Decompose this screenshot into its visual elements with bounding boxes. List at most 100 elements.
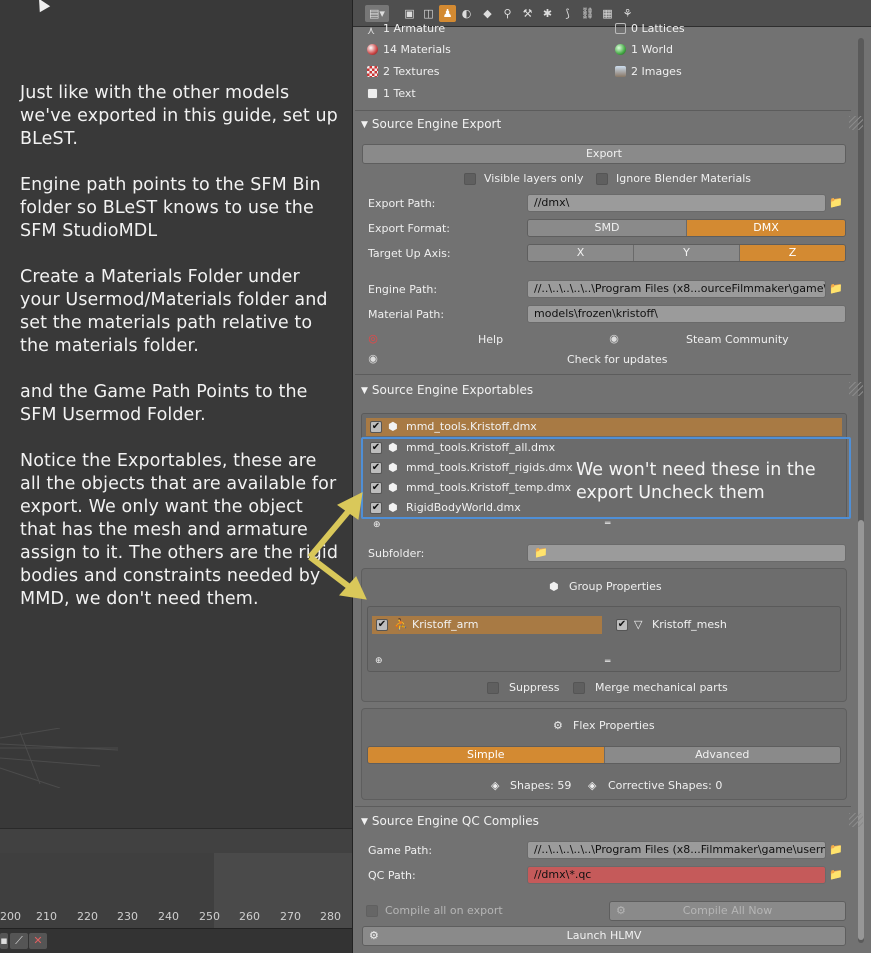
texture-icon[interactable]: ▦ — [599, 5, 616, 22]
frame-tick: 260 — [239, 910, 260, 923]
suppress-checkbox[interactable] — [487, 682, 499, 694]
keyframe-icon[interactable]: ⟋ — [10, 933, 28, 949]
check-updates-link[interactable]: Check for updates — [567, 353, 667, 367]
stat-label: 1 World — [631, 43, 674, 56]
item-checkbox[interactable]: ✔ — [376, 619, 388, 631]
drag-grip-icon[interactable] — [849, 382, 863, 396]
format-smd-button[interactable]: SMD — [528, 220, 687, 236]
merge-checkbox[interactable] — [573, 682, 585, 694]
visible-layers-checkbox[interactable] — [464, 173, 476, 185]
editor-type-icon[interactable]: ▤▾ — [365, 5, 389, 22]
drag-grip-icon[interactable] — [849, 813, 863, 827]
hlmv-gear-icon: ⚙ — [369, 929, 379, 942]
item-checkbox[interactable]: ✔ — [370, 421, 382, 433]
flex-properties-title: Flex Properties — [573, 719, 655, 732]
bone-constraint-icon[interactable]: ⛓ — [579, 5, 596, 22]
corrective-shapes-count: Corrective Shapes: 0 — [608, 779, 723, 792]
folder-browse-icon[interactable]: 📁 — [827, 866, 845, 884]
render-icon[interactable]: ▣ — [401, 5, 418, 22]
stat-label: 2 Images — [631, 65, 682, 78]
triangle-down-icon: ▼ — [361, 817, 368, 827]
export-path-field[interactable]: //dmx\ — [527, 194, 826, 212]
modifiers-icon[interactable]: ⚒ — [519, 5, 536, 22]
list-add-icon[interactable]: ⊕ — [375, 654, 383, 668]
axis-z-button[interactable]: Z — [740, 245, 845, 261]
folder-browse-icon[interactable]: 📁 — [827, 280, 845, 298]
compile-all-now-button[interactable]: ⚙ Compile All Now — [609, 901, 846, 921]
delete-keyframe-icon[interactable]: ✕ — [29, 933, 47, 949]
frame-tick: 230 — [117, 910, 138, 923]
guide-paragraph: Notice the Exportables, these are all th… — [20, 451, 339, 609]
launch-hlmv-button[interactable]: ⚙ Launch HLMV — [362, 926, 846, 946]
object-icon[interactable]: ◆ — [479, 5, 496, 22]
compile-all-checkbox[interactable] — [366, 905, 378, 917]
game-path-label: Game Path: — [368, 844, 433, 857]
material-path-field[interactable]: models\frozen\kristoff\ — [527, 305, 846, 323]
stat-images: 2 Images — [615, 65, 682, 79]
game-path-field[interactable]: //..\..\..\..\..\Program Files (x8...Fil… — [527, 841, 826, 859]
help-link[interactable]: Help — [478, 333, 503, 347]
mouse-cursor-icon — [33, 0, 51, 13]
frame-tick: 280 — [320, 910, 341, 923]
item-label: mmd_tools.Kristoff.dmx — [406, 420, 537, 433]
armature-data-icon[interactable]: ✱ — [539, 5, 556, 22]
record-icon[interactable]: ▪ — [0, 933, 8, 949]
target-axis-toggle: X Y Z — [527, 244, 846, 262]
mesh-icon: ▽ — [634, 618, 643, 631]
list-item[interactable]: ✔ ⬢ mmd_tools.Kristoff.dmx — [366, 418, 842, 436]
list-resize-handle[interactable]: ═ — [605, 655, 610, 669]
guide-paragraph: and the Game Path Points to the SFM User… — [20, 382, 308, 425]
axis-y-button[interactable]: Y — [634, 245, 740, 261]
merge-label: Merge mechanical parts — [595, 681, 728, 694]
scene-icon[interactable]: ♟ — [439, 5, 456, 22]
group-items-list: ✔ ⛹ Kristoff_arm ✔ ▽ Kristoff_mesh — [367, 606, 841, 672]
triangle-down-icon: ▼ — [361, 386, 368, 396]
guide-paragraph: Create a Materials Folder under your Use… — [20, 267, 328, 356]
world-icon[interactable]: ◐ — [458, 5, 475, 22]
section-title: Source Engine Exportables — [371, 383, 534, 397]
item-checkbox[interactable]: ✔ — [616, 619, 628, 631]
list-item[interactable]: ✔ ⛹ Kristoff_arm — [372, 616, 602, 634]
list-resize-handle[interactable]: ═ — [605, 517, 610, 531]
3d-viewport[interactable]: Just like with the other models we've ex… — [0, 0, 352, 828]
format-dmx-button[interactable]: DMX — [687, 220, 845, 236]
section-divider — [355, 110, 851, 111]
annotation-arrows-icon — [307, 492, 367, 600]
render-layers-icon[interactable]: ◫ — [420, 5, 437, 22]
material-path-label: Material Path: — [368, 308, 445, 321]
section-title: Source Engine Export — [371, 117, 502, 131]
axis-x-button[interactable]: X — [528, 245, 634, 261]
scrollbar-thumb[interactable] — [858, 520, 864, 940]
ignore-materials-checkbox[interactable] — [596, 173, 608, 185]
flex-simple-button[interactable]: Simple — [368, 747, 605, 763]
world-icon — [615, 44, 626, 55]
constraints-icon[interactable]: ⚲ — [499, 5, 516, 22]
stat-label: 1 Text — [383, 87, 416, 100]
physics-icon[interactable]: ⚘ — [619, 5, 636, 22]
annotation-text: We won't need these in the export Unchec… — [576, 460, 816, 503]
stat-armature: ⋏ 1 Armature — [367, 22, 445, 37]
compile-all-label: Compile all on export — [385, 904, 503, 917]
folder-browse-icon[interactable]: 📁 — [827, 841, 845, 859]
steam-community-link[interactable]: Steam Community — [686, 333, 789, 347]
item-label: Kristoff_mesh — [652, 618, 727, 631]
engine-path-field[interactable]: //..\..\..\..\..\Program Files (x8...our… — [527, 280, 826, 298]
folder-browse-icon[interactable]: 📁 — [827, 194, 845, 212]
frame-tick: 250 — [199, 910, 220, 923]
timeline-ruler: 200 210 220 230 240 250 260 270 280 — [0, 908, 352, 926]
subfolder-field[interactable]: 📁 — [527, 544, 846, 562]
flex-advanced-button[interactable]: Advanced — [604, 747, 840, 763]
list-item[interactable]: ✔ ▽ Kristoff_mesh — [612, 616, 838, 634]
section-header-export[interactable]: ▼ Source Engine Export — [361, 114, 851, 134]
bone-icon[interactable]: ⟆ — [559, 5, 576, 22]
stat-text: 1 Text — [367, 87, 416, 101]
update-icon: ◉ — [368, 352, 378, 365]
stat-lattices: 0 Lattices — [615, 22, 685, 36]
drag-grip-icon[interactable] — [849, 116, 863, 130]
qc-path-field[interactable]: //dmx\*.qc — [527, 866, 826, 884]
export-button[interactable]: Export — [362, 144, 846, 164]
section-header-qc[interactable]: ▼ Source Engine QC Complies — [361, 811, 851, 831]
group-icon: ⬢ — [388, 420, 398, 433]
section-header-exportables[interactable]: ▼ Source Engine Exportables — [361, 380, 851, 400]
timeline-header-bar: ▪ ⟋ ✕ — [0, 928, 352, 953]
